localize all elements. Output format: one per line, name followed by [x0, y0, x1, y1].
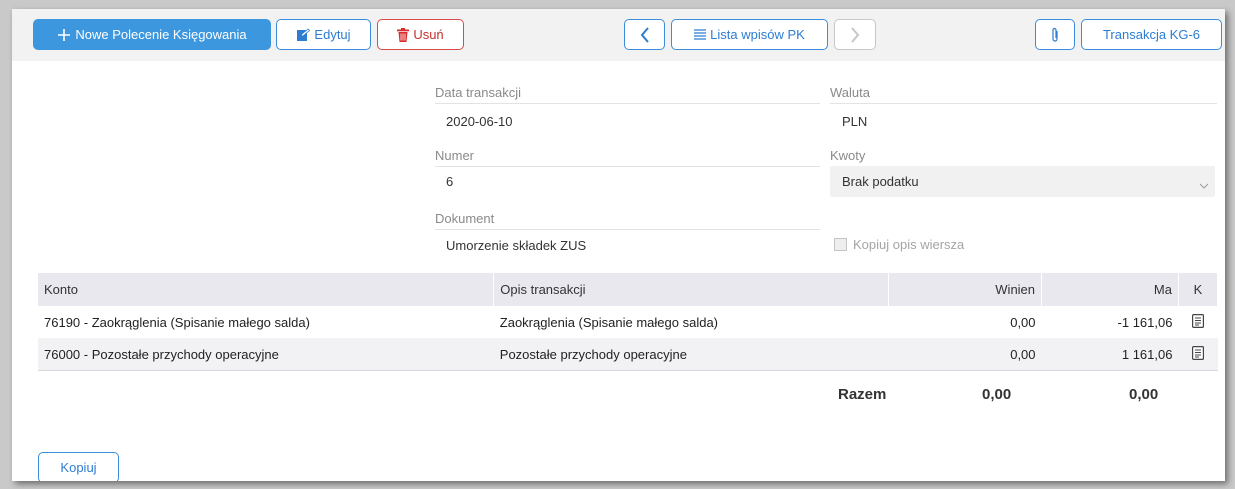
document-divider [435, 229, 820, 230]
edit-label: Edytuj [314, 27, 351, 42]
number-label: Numer [435, 148, 475, 163]
edit-icon [296, 27, 311, 42]
totals-label: Razem [838, 386, 887, 403]
credit-cell: -1 161,06 [1041, 306, 1179, 338]
table-row[interactable]: 76000 - Pozostałe przychody operacyjne P… [38, 338, 1218, 371]
copy-label: Kopiuj [60, 460, 97, 475]
journal-entry-panel: Nowe Polecenie Księgowania Edytuj Usuń L… [12, 9, 1225, 481]
trash-icon [397, 27, 410, 42]
attachment-button[interactable] [1035, 19, 1075, 50]
column-header-credit[interactable]: Ma [1041, 273, 1179, 306]
toolbar: Nowe Polecenie Księgowania Edytuj Usuń L… [12, 9, 1225, 61]
description-cell: Zaokrąglenia (Spisanie małego salda) [493, 306, 889, 338]
list-icon [694, 29, 707, 40]
chevron-right-icon [850, 26, 860, 43]
entries-list-button[interactable]: Lista wpisów PK [671, 19, 828, 50]
delete-label: Usuń [413, 27, 444, 42]
currency-value[interactable]: PLN [842, 114, 867, 129]
column-header-account[interactable]: Konto [38, 273, 495, 306]
entries-table: Konto Opis transakcji Winien Ma K 76190 … [38, 273, 1219, 371]
description-cell: Pozostałe przychody operacyjne [493, 338, 889, 371]
amounts-value: Brak podatku [842, 174, 919, 189]
chevron-left-icon [640, 26, 650, 43]
amounts-select[interactable]: Brak podatku [830, 166, 1215, 197]
select-chevron-icon [1199, 177, 1209, 192]
currency-label: Waluta [830, 85, 870, 100]
document-icon[interactable] [1178, 306, 1218, 338]
account-cell: 76000 - Pozostałe przychody operacyjne [38, 338, 494, 371]
plus-icon [57, 28, 71, 42]
table-row[interactable]: 76190 - Zaokrąglenia (Spisanie małego sa… [38, 306, 1218, 338]
totals-credit: 0,00 [1129, 386, 1159, 403]
new-entry-label: Nowe Polecenie Księgowania [75, 27, 247, 42]
transaction-label: Transakcja KG-6 [1102, 27, 1201, 42]
debit-cell: 0,00 [888, 306, 1042, 338]
account-cell: 76190 - Zaokrąglenia (Spisanie małego sa… [38, 306, 494, 338]
amounts-label: Kwoty [830, 148, 866, 163]
column-header-k: K [1178, 273, 1219, 306]
totals-debit: 0,00 [982, 386, 1012, 403]
delete-button[interactable]: Usuń [377, 19, 464, 50]
paperclip-icon [1050, 27, 1060, 43]
number-value[interactable]: 6 [446, 174, 453, 189]
transaction-button[interactable]: Transakcja KG-6 [1081, 19, 1222, 50]
entries-list-label: Lista wpisów PK [710, 27, 805, 42]
copy-description-label: Kopiuj opis wiersza [853, 237, 965, 252]
date-divider [435, 103, 820, 104]
copy-button[interactable]: Kopiuj [38, 452, 119, 481]
debit-cell: 0,00 [888, 338, 1042, 371]
table-header: Konto Opis transakcji Winien Ma K [38, 273, 1219, 306]
column-header-debit[interactable]: Winien [888, 273, 1043, 306]
document-icon[interactable] [1178, 338, 1218, 371]
edit-button[interactable]: Edytuj [276, 19, 371, 50]
document-value[interactable]: Umorzenie składek ZUS [446, 238, 586, 253]
next-button[interactable] [834, 19, 876, 50]
column-header-description[interactable]: Opis transakcji [493, 273, 890, 306]
date-value[interactable]: 2020-06-10 [446, 114, 513, 129]
previous-button[interactable] [624, 19, 665, 50]
currency-divider [830, 103, 1217, 104]
credit-cell: 1 161,06 [1041, 338, 1179, 371]
date-label: Data transakcji [435, 85, 521, 100]
number-divider [435, 166, 820, 167]
copy-description-checkbox[interactable] [834, 238, 847, 251]
document-label: Dokument [435, 211, 495, 226]
new-entry-button[interactable]: Nowe Polecenie Księgowania [33, 19, 271, 50]
